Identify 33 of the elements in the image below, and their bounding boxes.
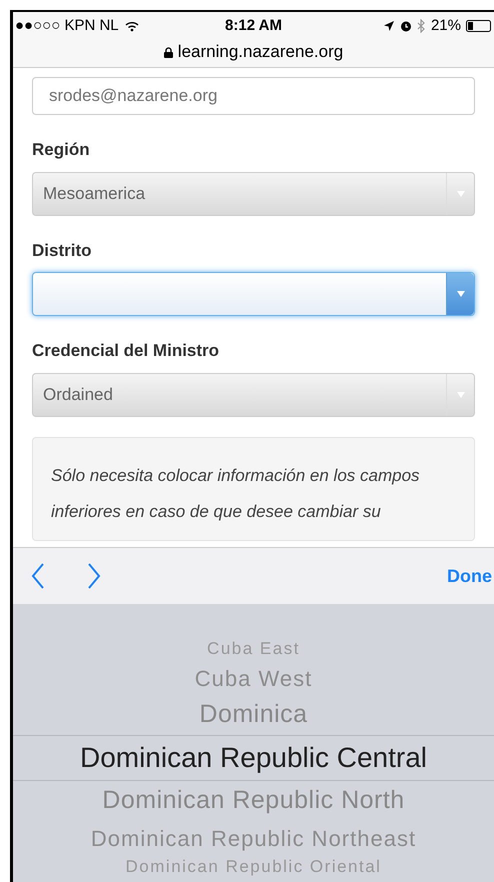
field-label: Credencial del Ministro [32,340,220,362]
carrier-text: ●●○○○ KPN NL [15,16,119,36]
dropdown-arrow-icon [456,291,464,297]
lock-icon [164,46,173,58]
select-field[interactable]: Mesoamerica [32,172,475,216]
clock-time: 8:12 AM [225,16,282,36]
picker-option[interactable]: Cuba East [207,637,300,661]
select-value: Mesoamerica [42,182,146,205]
dropdown-arrow-icon [456,190,464,196]
select-value: Ordained [42,384,114,406]
alarm-icon [400,20,412,32]
dropdown-arrow-icon [456,392,464,398]
picker-option[interactable]: Dominican Republic Oriental [126,855,382,879]
bluetooth-icon [416,19,426,33]
wifi-icon [124,20,139,32]
picker-option[interactable]: Dominican Republic Central [13,735,494,781]
done-button[interactable]: Done [447,562,494,590]
location-arrow-icon [382,20,395,32]
picker-option[interactable]: Dominican Republic Northeast [90,821,416,855]
field-label: Región [32,139,91,161]
info-text: Sólo necesita colocar información en los campos inferiores en caso de que desee cambiar su [51,464,421,522]
picker-option[interactable]: Dominica [199,695,308,735]
battery-icon [466,20,492,32]
email-field[interactable]: srodes@nazarene.org [32,77,475,115]
field-label: Distrito [32,240,92,262]
url-text[interactable]: learning.nazarene.org [178,39,344,65]
next-icon[interactable] [87,563,101,589]
select-field[interactable] [32,272,475,316]
picker-option[interactable]: Dominican Republic North [102,781,405,821]
previous-icon[interactable] [31,563,45,589]
select-field[interactable]: Ordained [32,372,475,416]
picker-option[interactable]: Cuba West [194,661,312,695]
battery-percent: 21% [430,16,461,36]
